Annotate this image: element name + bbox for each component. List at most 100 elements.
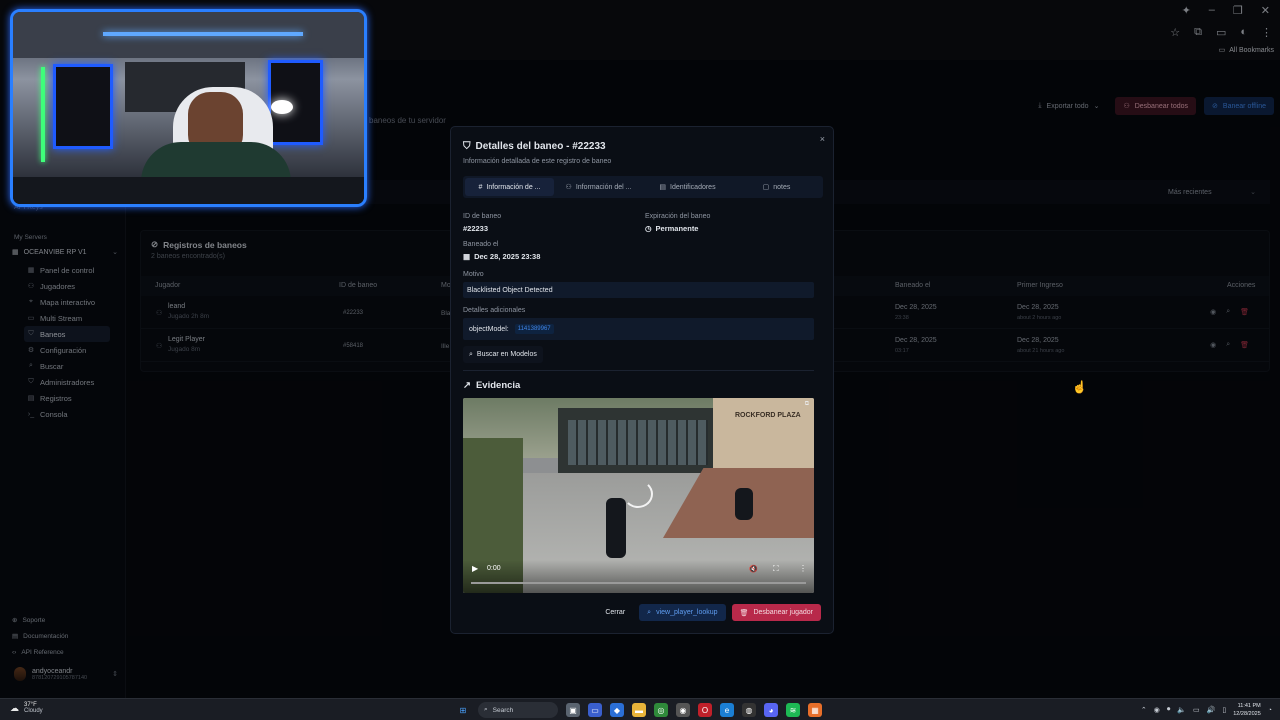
spotify-icon[interactable]: ≋ <box>786 703 800 717</box>
webcam-lamp <box>271 100 293 114</box>
copilot-app-icon[interactable]: ◆ <box>610 703 624 717</box>
extra-value[interactable]: 1141389967 <box>514 324 554 334</box>
tab-label: notes <box>773 183 791 191</box>
weather-widget[interactable]: ☁ 37°F Cloudy <box>10 702 43 714</box>
chevron-up-icon[interactable]: ⌃ <box>1141 706 1147 714</box>
external-link-icon: ↗ <box>463 380 471 391</box>
opera-icon[interactable]: O <box>698 703 712 717</box>
chrome-icon[interactable]: ◎ <box>654 703 668 717</box>
search-models-label: Buscar en Modelos <box>476 351 537 358</box>
expiry-value: ◷ Permanente <box>645 224 698 233</box>
evidence-title: ↗ Evidencia <box>463 380 520 391</box>
ban-id-label: ID de baneo <box>463 213 502 220</box>
mouse-cursor-icon: ☝ <box>1072 380 1087 394</box>
close-button-label: Cerrar <box>605 609 626 616</box>
banned-on-value: ▦ Dec 28, 2025 23:38 <box>463 252 540 261</box>
modal-subtitle: Información detallada de este registro d… <box>463 158 612 165</box>
divider <box>463 370 814 371</box>
webcam-neon-light <box>103 32 303 36</box>
expiry-label: Expiración del baneo <box>645 213 711 220</box>
modal-tabs: # Información de ... ⚇ Información del ...… <box>463 176 823 198</box>
extra-details-label: Detalles adicionales <box>463 307 526 314</box>
user-icon: ⚇ <box>565 184 572 191</box>
clock-date: 12/28/2025 <box>1233 711 1261 717</box>
motive-label: Motivo <box>463 271 484 278</box>
banned-on-text: Dec 28, 2025 23:38 <box>474 252 541 261</box>
webcam-overlay <box>10 9 367 207</box>
video-reticle <box>623 480 653 508</box>
obs-icon[interactable]: ◉ <box>676 703 690 717</box>
webcam-neon-strip <box>41 67 45 162</box>
tab-label: Información del ... <box>575 183 632 191</box>
id-card-icon: ▤ <box>659 184 667 191</box>
unban-player-button[interactable]: 🗑 Desbanear jugador <box>731 604 821 621</box>
taskbar-apps: ⊞ ⌕ Search ▣ ▭ ◆ ▬ ◎ ◉ O e ◍ ◕ ≋ ▦ <box>456 702 822 718</box>
pip-icon[interactable]: ⧉ <box>805 401 809 408</box>
extra-details-box: objectModel: 1141389967 <box>463 318 814 340</box>
discord-icon[interactable]: ◕ <box>764 703 778 717</box>
taskbar: ☁ 37°F Cloudy ⊞ ⌕ Search ▣ ▭ ◆ ▬ ◎ ◉ O e… <box>0 698 1280 720</box>
mute-icon[interactable]: 🔇 <box>749 565 758 573</box>
taskbar-search[interactable]: ⌕ Search <box>478 702 558 718</box>
task-view-icon[interactable]: ▭ <box>588 703 602 717</box>
tab-label: Identificadores <box>670 183 716 191</box>
evidence-title-text: Evidencia <box>475 380 521 391</box>
tab-player-info[interactable]: ⚇ Información del ... <box>554 178 643 196</box>
widgets-icon[interactable]: ▣ <box>566 703 580 717</box>
battery-icon[interactable]: ▯ <box>1222 706 1226 714</box>
more-vertical-icon[interactable]: ⋮ <box>799 564 807 573</box>
video-officer <box>606 498 626 558</box>
video-sign: ROCKFORD PLAZA <box>735 412 801 419</box>
clock-icon: ◷ <box>645 224 652 233</box>
video-progress-bar[interactable] <box>471 582 806 584</box>
search-icon: ⌕ <box>484 706 488 713</box>
fullscreen-icon[interactable]: ⛶ <box>773 564 779 574</box>
close-icon[interactable]: × <box>820 134 825 144</box>
weather-condition: Cloudy <box>24 708 43 714</box>
windows-start-icon[interactable]: ⊞ <box>456 703 470 717</box>
network-icon[interactable]: ▭ <box>1193 706 1200 714</box>
modal-title: ⛉ Detalles del baneo - #22233 <box>463 141 606 152</box>
search-icon: ⌕ <box>647 608 652 616</box>
microphone-icon[interactable]: ⏺ <box>1167 706 1171 714</box>
clock-time: 11:41 PM <box>1237 703 1261 709</box>
extra-key: objectModel: <box>469 325 509 333</box>
evidence-video[interactable]: ROCKFORD PLAZA ⧉ ▶ 0:00 🔇 ⛶ ⋮ <box>463 398 814 593</box>
video-controls <box>463 560 814 593</box>
taskbar-search-label: Search <box>492 706 514 714</box>
weather-icon: ☁ <box>10 702 19 713</box>
volume-level-icon[interactable]: 🔊 <box>1207 706 1216 714</box>
tray-app-icon[interactable]: ◉ <box>1154 706 1160 714</box>
webcam-acoustic-panel <box>53 64 113 149</box>
close-button[interactable]: Cerrar <box>597 604 634 621</box>
steam-icon[interactable]: ◍ <box>742 703 756 717</box>
note-icon: ▢ <box>762 184 770 191</box>
tab-ban-info[interactable]: # Información de ... <box>465 178 554 196</box>
clock[interactable]: 11:41 PM 12/28/2025 <box>1233 702 1261 718</box>
tab-identifiers[interactable]: ▤ Identificadores <box>643 178 732 196</box>
shield-icon: ⛉ <box>463 141 471 152</box>
play-icon[interactable]: ▶ <box>472 564 478 573</box>
volume-icon[interactable]: 🔈 <box>1177 706 1186 714</box>
ban-details-modal: × ⛉ Detalles del baneo - #22233 Informac… <box>450 126 834 634</box>
calendar-icon: ▦ <box>463 252 471 261</box>
modal-actions: Cerrar ⌕ view_player_lookup 🗑 Desbanear ju… <box>597 604 821 621</box>
unban-player-label: Desbanear jugador <box>753 609 813 616</box>
banned-on-label: Baneado el <box>463 241 499 248</box>
player-lookup-label: view_player_lookup <box>656 609 718 616</box>
file-explorer-icon[interactable]: ▬ <box>632 703 646 717</box>
webcam-desk <box>13 177 364 204</box>
tab-notes[interactable]: ▢ notes <box>732 178 821 196</box>
notification-bell-icon[interactable]: ◔ <box>1268 707 1272 714</box>
ban-id-text: #22233 <box>463 224 489 233</box>
search-models-button[interactable]: ⌕ Buscar en Modelos <box>463 346 543 363</box>
video-storefront <box>568 420 708 465</box>
player-lookup-button[interactable]: ⌕ view_player_lookup <box>639 604 726 621</box>
hash-icon: # <box>478 183 483 191</box>
system-tray: ⌃ ◉ ⏺ 🔈 ▭ 🔊 ▯ 11:41 PM 12/28/2025 ◔ <box>1141 702 1272 718</box>
app-icon[interactable]: ▦ <box>808 703 822 717</box>
search-icon: ⌕ <box>469 350 473 358</box>
edge-icon[interactable]: e <box>720 703 734 717</box>
modal-title-text: Detalles del baneo - #22233 <box>475 141 606 152</box>
motive-value: Blacklisted Object Detected <box>463 282 814 298</box>
